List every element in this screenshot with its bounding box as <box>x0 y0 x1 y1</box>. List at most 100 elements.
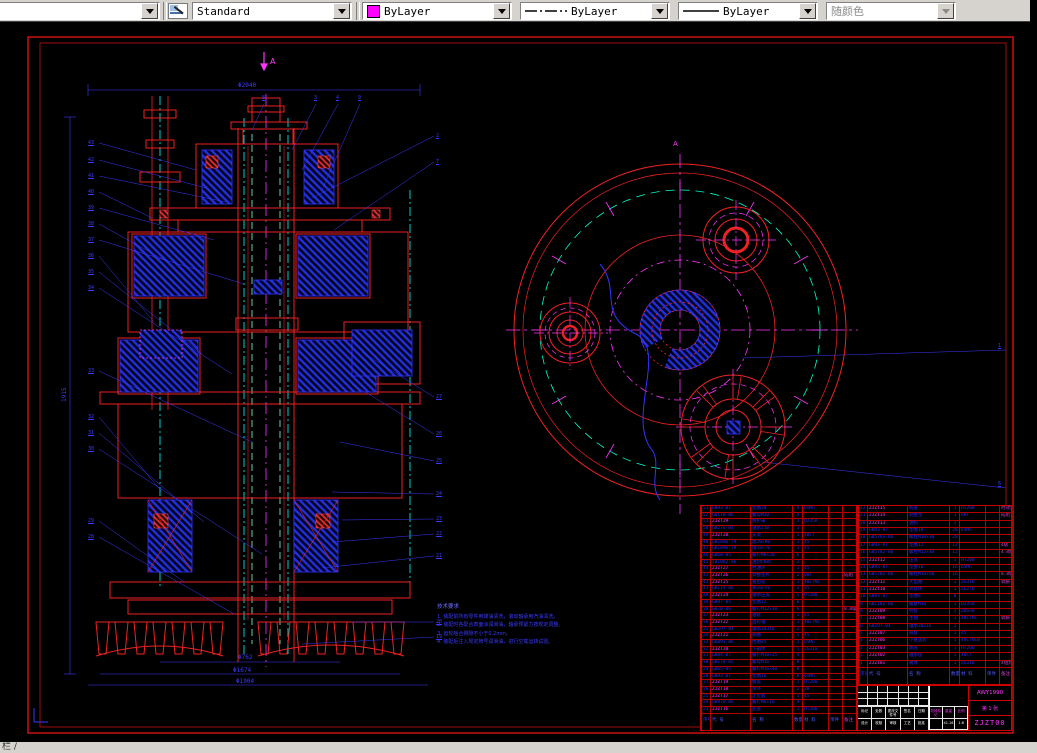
notes-item: 1. 装配前所有零件用煤油清洗，滚动轴承用汽油清洗。 <box>437 613 587 622</box>
leader-number: 8 <box>262 96 265 101</box>
revision-field-label: 处数 <box>872 706 886 718</box>
leader-number: 29 <box>88 519 94 524</box>
chevron-down-icon[interactable] <box>333 3 350 19</box>
leader-number: 30 <box>88 447 94 452</box>
chevron-down-icon[interactable] <box>799 3 816 19</box>
text-style-value: Standard <box>193 5 332 18</box>
bom-row: 41GB119-86 销10×502 35 <box>702 586 856 593</box>
leader-number: 3 <box>314 96 317 101</box>
bom-row: 46GB68-85 螺钉M8×206 <box>702 553 856 560</box>
signature-field-label: 工艺 <box>901 718 915 730</box>
stage-label: 阶段标记 <box>930 707 943 719</box>
title-block: 标记处数更改文件号签名日期 设计校核审核工艺批准 阶段标记 重量 比例 41.1… <box>857 685 1012 731</box>
notes-item: 3. 齿轮啮合侧隙不小于0.2mm。 <box>437 630 587 639</box>
linetype-combo-value: ByLayer <box>567 5 650 18</box>
revision-field-label: 标记 <box>858 706 872 718</box>
technical-notes: 技术要求 1. 装配前所有零件用煤油清洗，滚动轴承用汽油清洗。2. 装配时各配合… <box>437 603 587 647</box>
bom-table-right: 22ZJZT15 机座1 HT200 时效处理 21ZJZT14 调整垫1 08… <box>857 505 1012 685</box>
status-bar-text: 栏 / <box>2 742 17 752</box>
leader-number: 36 <box>88 254 94 259</box>
signature-field-label: 校核 <box>872 718 886 730</box>
chevron-down-icon[interactable] <box>651 3 668 19</box>
bom-row: 34ZJZT21 隔圈1 45 <box>702 633 856 640</box>
leader-number: 25 <box>436 459 442 464</box>
layer-combo[interactable] <box>0 2 160 20</box>
stage-value <box>930 719 943 731</box>
bom-row: 37ZJZT23 轴套1 45 <box>702 613 856 620</box>
bom-row: 35GB297-84 轴承303102 <box>702 627 856 634</box>
color-combo-value: ByLayer <box>380 5 492 18</box>
leader-number: 41 <box>88 174 94 179</box>
project-name: AWY1990 <box>969 686 1011 701</box>
bom-row: 51ZJZT29 防护罩1 Q235A <box>702 519 856 526</box>
bom-row: 17GB93-87 垫圈1212 4级 <box>859 543 1011 550</box>
svg-text:Φ1674: Φ1674 <box>233 667 251 674</box>
lineweight-combo[interactable]: ByLayer <box>678 2 818 20</box>
chevron-down-icon <box>937 3 954 19</box>
leader-number: 7 <box>436 160 439 165</box>
leader-number: 27 <box>436 395 442 400</box>
leader-number: 6 <box>998 482 1001 487</box>
bom-row: 27ZJZT19 端盖1 HT200 <box>702 680 856 687</box>
bom-row: 2ZJZT02 轴承座1 40Cr <box>859 653 1011 660</box>
bom-row: 7ZJZT08 主轴1 40CrNi 调质 <box>859 616 1011 623</box>
linetype-combo[interactable]: ByLayer <box>520 2 670 20</box>
bom-row: 15ZJZT12 压盖1 HT200 <box>859 558 1011 565</box>
bom-row: 22ZJZT15 机座1 HT200 时效处理 <box>859 506 1011 513</box>
drawing-canvas[interactable]: Φ2040 1915 Φ762 Φ1674 Φ1904 A <box>0 22 1037 742</box>
toolbar-edge <box>1030 0 1037 22</box>
svg-text:A: A <box>673 140 678 148</box>
bom-row: 10GB93-87 垫圈88 <box>859 594 1011 601</box>
leader-number: 33 <box>88 369 94 374</box>
leader-number: 37 <box>88 238 94 243</box>
bom-row: 4ZJZT06 小锥齿轮1 40CrNiB <box>859 638 1011 645</box>
bom-row: 31GB84-87 螺钉M10×254 <box>702 653 856 660</box>
current-color-swatch <box>367 5 380 18</box>
signature-field-label: 批准 <box>915 718 929 730</box>
revision-field-label: 签名 <box>901 706 915 718</box>
chevron-down-icon[interactable] <box>493 3 510 19</box>
lineweight-sample-icon <box>683 8 719 14</box>
bom-row: 36ZJZT22 齿轮轴1 40CrNi <box>702 620 856 627</box>
bom-row: 48GB1096-79 键20×801 45 <box>702 540 856 547</box>
bom-row: 5ZJZT07 隔套1 45 <box>859 631 1011 638</box>
bom-row: 44ZJZT27 挡油环1 45 <box>702 566 856 573</box>
linetype-sample-icon <box>525 8 567 14</box>
bom-row: 53GB93-87 垫圈204 65Mn <box>702 506 856 513</box>
bom-row: 43ZJZT26 调整垫片2 08F 成组 <box>702 573 856 580</box>
bom-row: 33GB893-86 挡圈851 65Mn <box>702 640 856 647</box>
bom-row: 39GB97-85 垫圈126 <box>702 600 856 607</box>
leader-number: 2 <box>436 134 439 139</box>
signature-space <box>930 686 968 707</box>
bom-row: 40ZJZT24 轴承压盖1 HT200 <box>702 593 856 600</box>
plot-style-value: 随颜色 <box>827 3 936 19</box>
svg-text:Φ1904: Φ1904 <box>236 678 254 685</box>
status-bar: 栏 / <box>0 742 1037 753</box>
chevron-down-icon[interactable] <box>141 3 158 19</box>
leader-number: 28 <box>88 535 94 540</box>
revision-field-label: 日期 <box>915 706 929 718</box>
bom-row: 19GB93-87 垫圈1020 65Mn <box>859 528 1011 535</box>
leader-number: 34 <box>88 286 94 291</box>
drawing-number: ZJZT00 <box>969 716 1011 730</box>
text-style-icon[interactable] <box>168 3 188 19</box>
leader-number: 24 <box>436 492 442 497</box>
leader-number: 32 <box>88 415 94 420</box>
title-block-revision-area: 标记处数更改文件号签名日期 设计校核审核工艺批准 <box>858 686 930 730</box>
color-control-combo[interactable]: ByLayer <box>362 2 512 20</box>
text-style-combo[interactable]: Standard <box>192 2 352 20</box>
leader-number: 38 <box>88 222 94 227</box>
bom-row: 42ZJZT25 锥齿轮1 40CrNi <box>702 580 856 587</box>
bom-row: 28GB93-87 垫圈168 65Mn <box>702 674 856 681</box>
bom-header-row: 序号代 号 名 称数量 材 料单件 总计 备注 <box>859 668 1011 684</box>
leader-number: 40 <box>88 190 94 195</box>
bom-row: 32ZJZT20 下箱体1 ZG310 <box>702 647 856 654</box>
bom-row: 24GB878-86 螺钉M6×164 <box>702 700 856 707</box>
signature-field-label: 设计 <box>858 718 872 730</box>
signature-field-label: 审核 <box>886 718 900 730</box>
bom-row: 18GB5783-86 螺栓M10×3020 <box>859 535 1011 542</box>
bom-row: 52GB170-86 螺母M204 <box>702 513 856 520</box>
svg-text:1915: 1915 <box>61 387 68 402</box>
bom-row: 13GB5782-86 螺栓M16×5016 8.8级 <box>859 572 1011 579</box>
bom-row: 45JB1082-86 油封PD852 <box>702 560 856 567</box>
